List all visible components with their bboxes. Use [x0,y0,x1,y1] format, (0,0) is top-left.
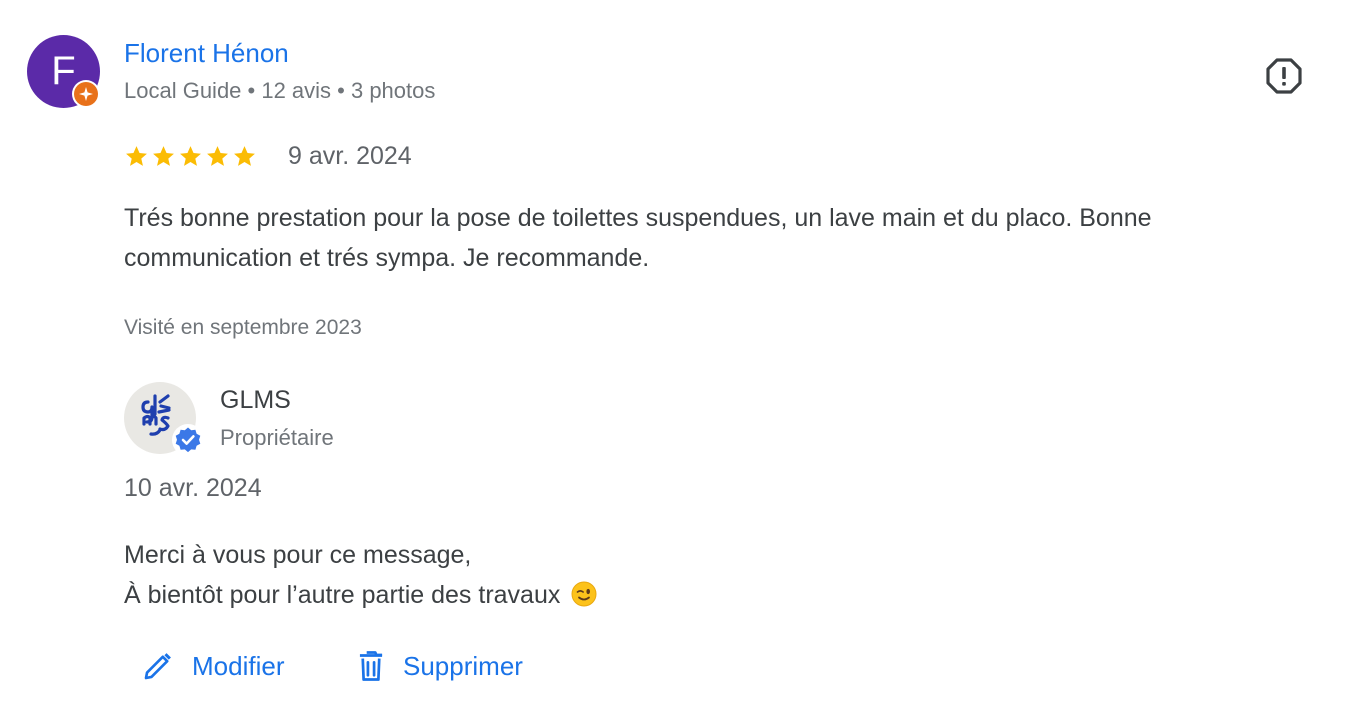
response-text: Merci à vous pour ce message, À bientôt … [124,535,1314,615]
trash-icon [359,651,383,681]
local-guide-star-icon [79,87,93,101]
winking-face-icon [571,581,597,607]
modify-label: Modifier [192,650,285,681]
star-icon [207,146,228,166]
star-rating [124,144,257,169]
report-flag-icon [1266,58,1302,94]
reviewer-meta: Local Guide • 12 avis • 3 photos [124,78,436,103]
modify-button[interactable]: Modifier [142,644,284,688]
star-icon [153,146,174,166]
pencil-icon [144,653,171,680]
visit-date: Visité en septembre 2023 [124,316,362,339]
delete-label: Supprimer [403,650,523,681]
verified-check-icon [175,427,201,453]
reviewer-name[interactable]: Florent Hénon [124,38,289,69]
delete-button[interactable]: Supprimer [357,644,523,688]
report-button[interactable] [1262,54,1306,98]
star-icon [234,146,255,166]
local-guide-badge [72,80,100,108]
review-date: 9 avr. 2024 [288,142,412,170]
star-icon [126,146,147,166]
star-icon [180,146,201,166]
response-line-1: Merci à vous pour ce message, [124,541,472,569]
response-line-2: À bientôt pour l’autre partie des travau… [124,575,1314,615]
response-line-2-text: À bientôt pour l’autre partie des travau… [124,581,561,609]
review-text: Trés bonne prestation pour la pose de to… [124,204,1152,272]
owner-role: Propriétaire [220,425,334,450]
verified-badge [172,424,204,456]
reviewer-initial: F [51,49,76,93]
owner-name: GLMS [220,386,291,414]
response-date: 10 avr. 2024 [124,474,262,502]
review-card: F Florent Hénon Local Guide • 12 avis • … [0,0,1346,718]
